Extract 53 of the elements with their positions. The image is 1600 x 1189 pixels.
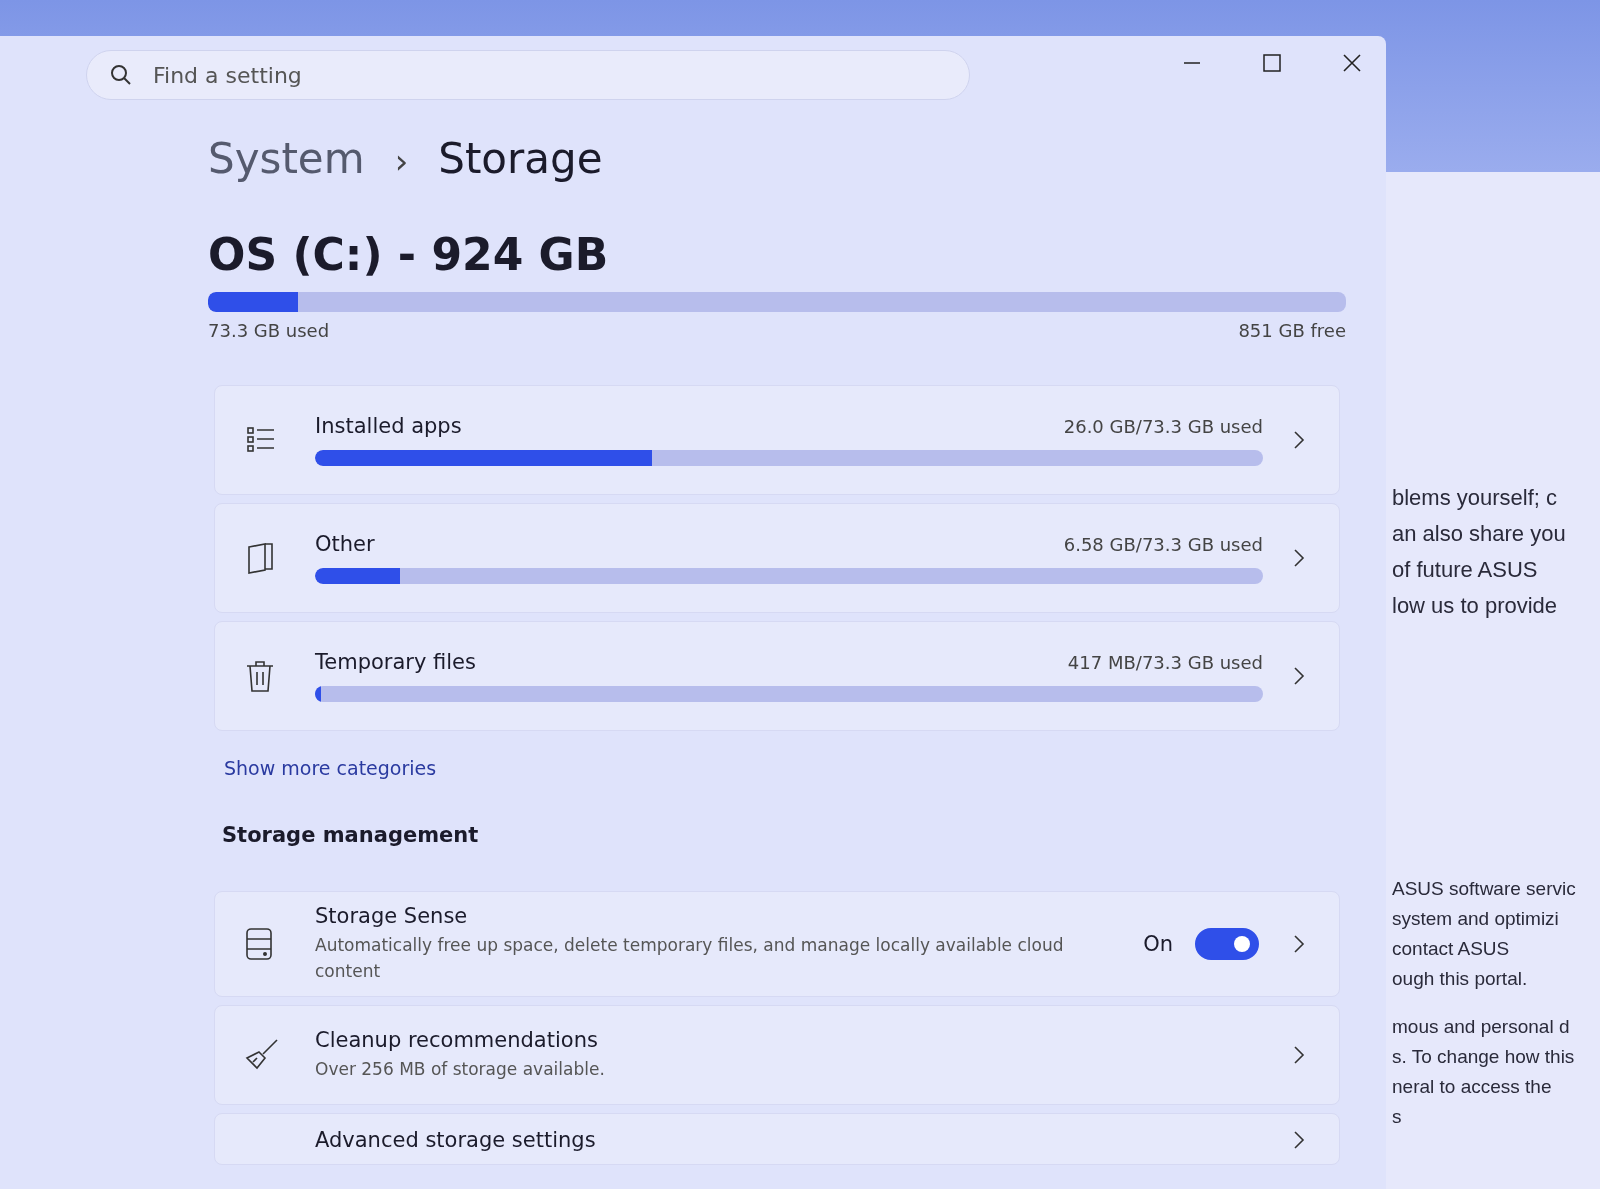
window-text: low us to provide (1392, 592, 1559, 620)
category-card[interactable]: Installed apps 26.0 GB/73.3 GB used (214, 385, 1340, 495)
window-text: contact ASUS (1392, 937, 1511, 961)
window-text: neral to access the (1392, 1075, 1553, 1099)
category-card[interactable]: Temporary files 417 MB/73.3 GB used (214, 621, 1340, 731)
close-icon[interactable] (1342, 53, 1362, 73)
window-text: blems yourself; c (1392, 484, 1559, 512)
breadcrumb-link[interactable]: System (208, 134, 365, 183)
window-text: system and optimizi (1392, 907, 1560, 931)
used-label: 73.3 GB used (208, 320, 330, 341)
trash-icon (245, 659, 275, 693)
category-usage: 6.58 GB/73.3 GB used (1063, 534, 1263, 555)
broom-icon (245, 1038, 279, 1072)
setting-title: Cleanup recommendations (315, 1028, 599, 1052)
chevron-icon (1293, 934, 1305, 954)
window-text: mous and personal d (1392, 1015, 1571, 1039)
window-text: of future ASUS (1392, 556, 1539, 584)
setting-description: Over 256 MB of storage available. (315, 1058, 606, 1081)
search-icon (109, 63, 133, 87)
settings-card[interactable]: Storage Sense Automatically free up space, delete temporary files, and manage locally available cloud content On (214, 891, 1340, 997)
window-text: ASUS software servic (1392, 877, 1577, 901)
category-usage: 26.0 GB/73.3 GB used (1063, 416, 1263, 437)
settings-card[interactable]: Cleanup recommendations Over 256 MB of storage available. (214, 1005, 1340, 1105)
setting-description: Automatically free up space, delete temporary files, and manage locally available cloud content (315, 934, 1065, 983)
category-label: Other (315, 532, 375, 556)
window-text: an also share you (1392, 520, 1567, 548)
category-card[interactable]: Other 6.58 GB/73.3 GB used (214, 503, 1340, 613)
category-label: Temporary files (315, 650, 476, 674)
search-input[interactable]: Find a setting (151, 61, 947, 89)
page-title: Storage (438, 134, 603, 183)
window-text: ough this portal. (1392, 967, 1529, 991)
toggle-switch[interactable] (1195, 928, 1259, 960)
breadcrumb-separator: › (394, 141, 409, 181)
chevron-icon (1293, 666, 1305, 686)
show-more-link[interactable]: Show more categories (224, 757, 1346, 779)
drive-title: OS (C:) - 924 GB (208, 229, 610, 280)
setting-title: Advanced storage settings (315, 1128, 597, 1152)
free-label: 851 GB free (1238, 320, 1346, 341)
chevron-icon (1293, 430, 1305, 450)
toggle-state-label: On (1143, 932, 1173, 956)
window-text: s. To change how this (1392, 1045, 1576, 1069)
category-usage: 417 MB/73.3 GB used (1067, 652, 1263, 673)
drive-icon (245, 927, 273, 961)
settings-card[interactable]: Advanced storage settings (214, 1113, 1340, 1165)
search-field[interactable]: Find a setting (86, 50, 970, 100)
window-text: s (1392, 1105, 1403, 1129)
section-heading: Storage management (222, 823, 480, 847)
chevron-icon (1293, 1130, 1305, 1150)
maximize-icon[interactable] (1262, 53, 1282, 73)
setting-title: Storage Sense (315, 904, 469, 928)
chevron-icon (1293, 1045, 1305, 1065)
category-label: Installed apps (315, 414, 462, 438)
chevron-icon (1293, 548, 1305, 568)
